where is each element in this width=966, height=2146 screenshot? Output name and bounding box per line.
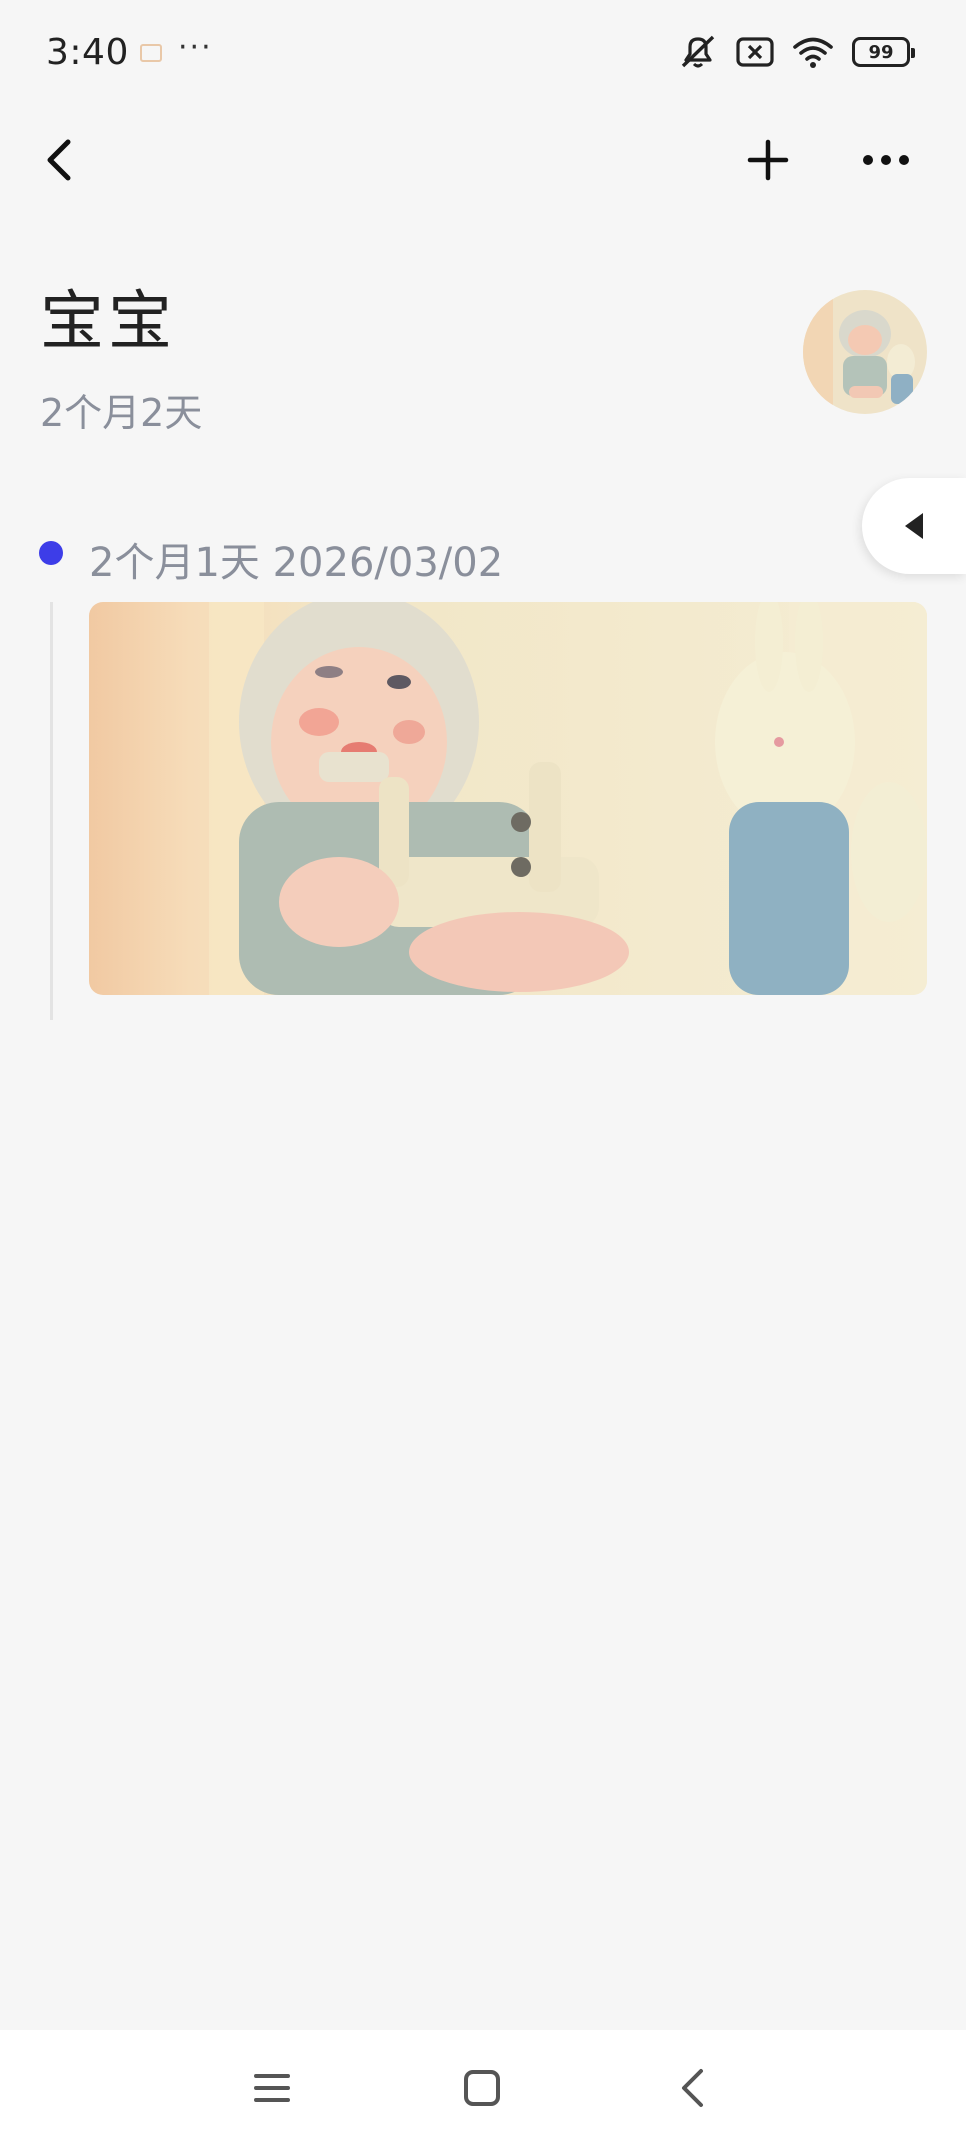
chevron-left-icon	[47, 139, 71, 181]
app-notification-icon	[140, 44, 162, 62]
baby-avatar[interactable]	[803, 290, 927, 414]
status-time: 3:40	[46, 32, 129, 73]
mute-icon	[681, 35, 715, 68]
plus-icon	[747, 139, 789, 181]
recent-apps-button[interactable]	[236, 2052, 308, 2124]
baby-with-bunny-photo[interactable]	[89, 602, 927, 995]
more-horizontal-icon	[863, 155, 909, 165]
status-bar: 3:40 ··· 99	[0, 0, 966, 110]
timeline-dot	[39, 541, 63, 565]
page: 3:40 ··· 99 宝宝 2个月2天 2个月1天 2026/03/02	[0, 0, 966, 2146]
more-options-button[interactable]	[856, 130, 916, 190]
timeline-line	[50, 602, 53, 1020]
menu-icon	[254, 2074, 290, 2102]
side-drawer-tab[interactable]	[862, 478, 966, 574]
status-more-indicator: ···	[178, 30, 213, 65]
caret-left-icon	[905, 513, 923, 539]
battery-level: 99	[868, 41, 894, 63]
profile-name: 宝宝	[40, 285, 176, 359]
timeline-entry-label: 2个月1天 2026/03/02	[89, 540, 504, 586]
back-chevron-icon	[682, 2069, 703, 2107]
profile-age: 2个月2天	[40, 391, 203, 435]
battery-icon: 99	[852, 37, 915, 67]
no-sim-icon	[736, 37, 774, 67]
back-button[interactable]	[30, 130, 90, 190]
system-back-button[interactable]	[656, 2052, 728, 2124]
home-button[interactable]	[446, 2052, 518, 2124]
wifi-icon	[793, 37, 833, 68]
home-square-icon	[464, 2070, 500, 2106]
status-icons: 99	[678, 34, 915, 70]
add-button[interactable]	[738, 130, 798, 190]
